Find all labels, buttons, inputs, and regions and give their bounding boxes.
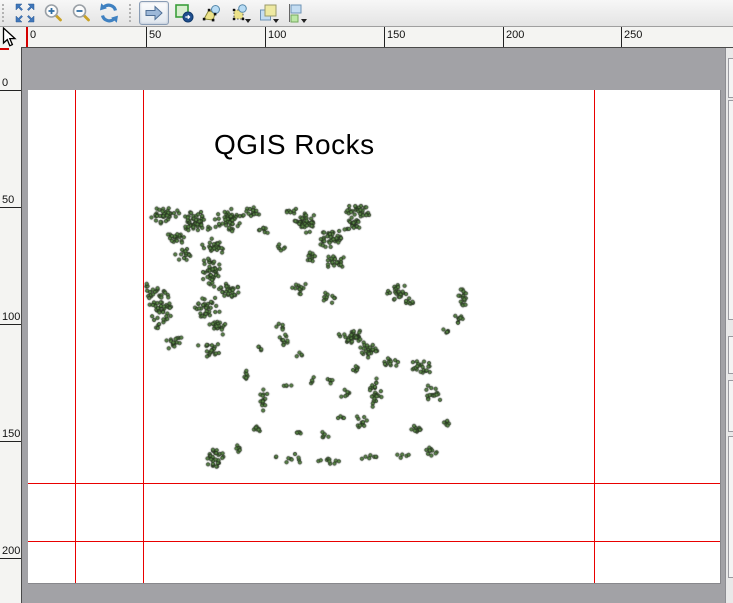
horizontal-guide[interactable]: [28, 541, 720, 542]
hruler-tick: [146, 26, 147, 47]
vruler-tick-label: 150: [2, 428, 20, 440]
dropdown-caret-icon[interactable]: [273, 19, 279, 23]
hruler-position-indicator: [26, 26, 28, 47]
refresh-icon: [98, 2, 120, 24]
select-arrow-icon: [143, 2, 165, 24]
dropdown-caret-icon[interactable]: [245, 19, 251, 23]
qgis-composer-window: { "toolbar": { "buttons": [ {"name": "zo…: [0, 0, 733, 603]
zoom-out-button[interactable]: [68, 1, 94, 25]
vertical-guide[interactable]: [75, 90, 76, 583]
panel-fragment: [728, 380, 733, 432]
hruler-tick: [265, 26, 266, 47]
vruler-tick: [0, 324, 21, 325]
horizontal-guide[interactable]: [28, 483, 720, 484]
hruler-tick-label: 100: [268, 29, 286, 41]
panel-fragment: [728, 336, 733, 374]
hruler-tick-label: 250: [624, 29, 642, 41]
hruler-tick-label: 0: [30, 29, 36, 41]
horizontal-ruler[interactable]: 0 50 100 150 200 250: [0, 26, 733, 48]
right-panel-edge: [725, 48, 733, 603]
vertical-ruler[interactable]: 0 50 100 150 200: [0, 47, 22, 603]
composer-toolbar: [0, 0, 733, 27]
align-selected-items-button[interactable]: [283, 1, 309, 25]
hruler-tick-label: 50: [149, 29, 161, 41]
vertical-guide[interactable]: [594, 90, 595, 583]
select-move-item-button[interactable]: [139, 1, 169, 25]
panel-fragment: [728, 100, 733, 320]
hruler-tick-label: 200: [506, 29, 524, 41]
panel-fragment: [728, 436, 733, 578]
zoom-full-button[interactable]: [12, 1, 38, 25]
vruler-position-indicator: [0, 48, 9, 50]
vruler-tick-label: 100: [2, 311, 20, 323]
hruler-tick: [384, 26, 385, 47]
zoom-in-button[interactable]: [40, 1, 66, 25]
hruler-tick: [503, 26, 504, 47]
edit-nodes-item-button[interactable]: [199, 1, 225, 25]
raise-selected-items-button[interactable]: [255, 1, 281, 25]
vruler-tick: [0, 90, 21, 91]
zoom-full-icon: [14, 2, 36, 24]
transform-item-button[interactable]: [227, 1, 253, 25]
move-content-icon: [173, 2, 195, 24]
vruler-tick: [0, 207, 21, 208]
vruler-tick-label: 200: [2, 545, 20, 557]
dropdown-caret-icon[interactable]: [301, 19, 307, 23]
zoom-out-icon: [70, 2, 92, 24]
vruler-tick-label: 50: [2, 194, 14, 206]
edit-nodes-icon: [201, 2, 223, 24]
panel-fragment: [728, 58, 733, 98]
map-item[interactable]: [143, 195, 594, 483]
refresh-view-button[interactable]: [96, 1, 122, 25]
vruler-tick-label: 0: [2, 77, 8, 89]
vruler-tick: [0, 441, 21, 442]
hruler-tick: [621, 26, 622, 47]
toolbar-grip[interactable]: [129, 4, 135, 22]
toolbar-grip[interactable]: [2, 4, 8, 22]
move-item-content-button[interactable]: [171, 1, 197, 25]
composition-canvas[interactable]: QGIS Rocks: [22, 48, 733, 603]
zoom-in-icon: [42, 2, 64, 24]
hruler-tick-label: 150: [387, 29, 405, 41]
title-label-item[interactable]: QGIS Rocks: [214, 129, 375, 161]
vruler-tick: [0, 558, 21, 559]
